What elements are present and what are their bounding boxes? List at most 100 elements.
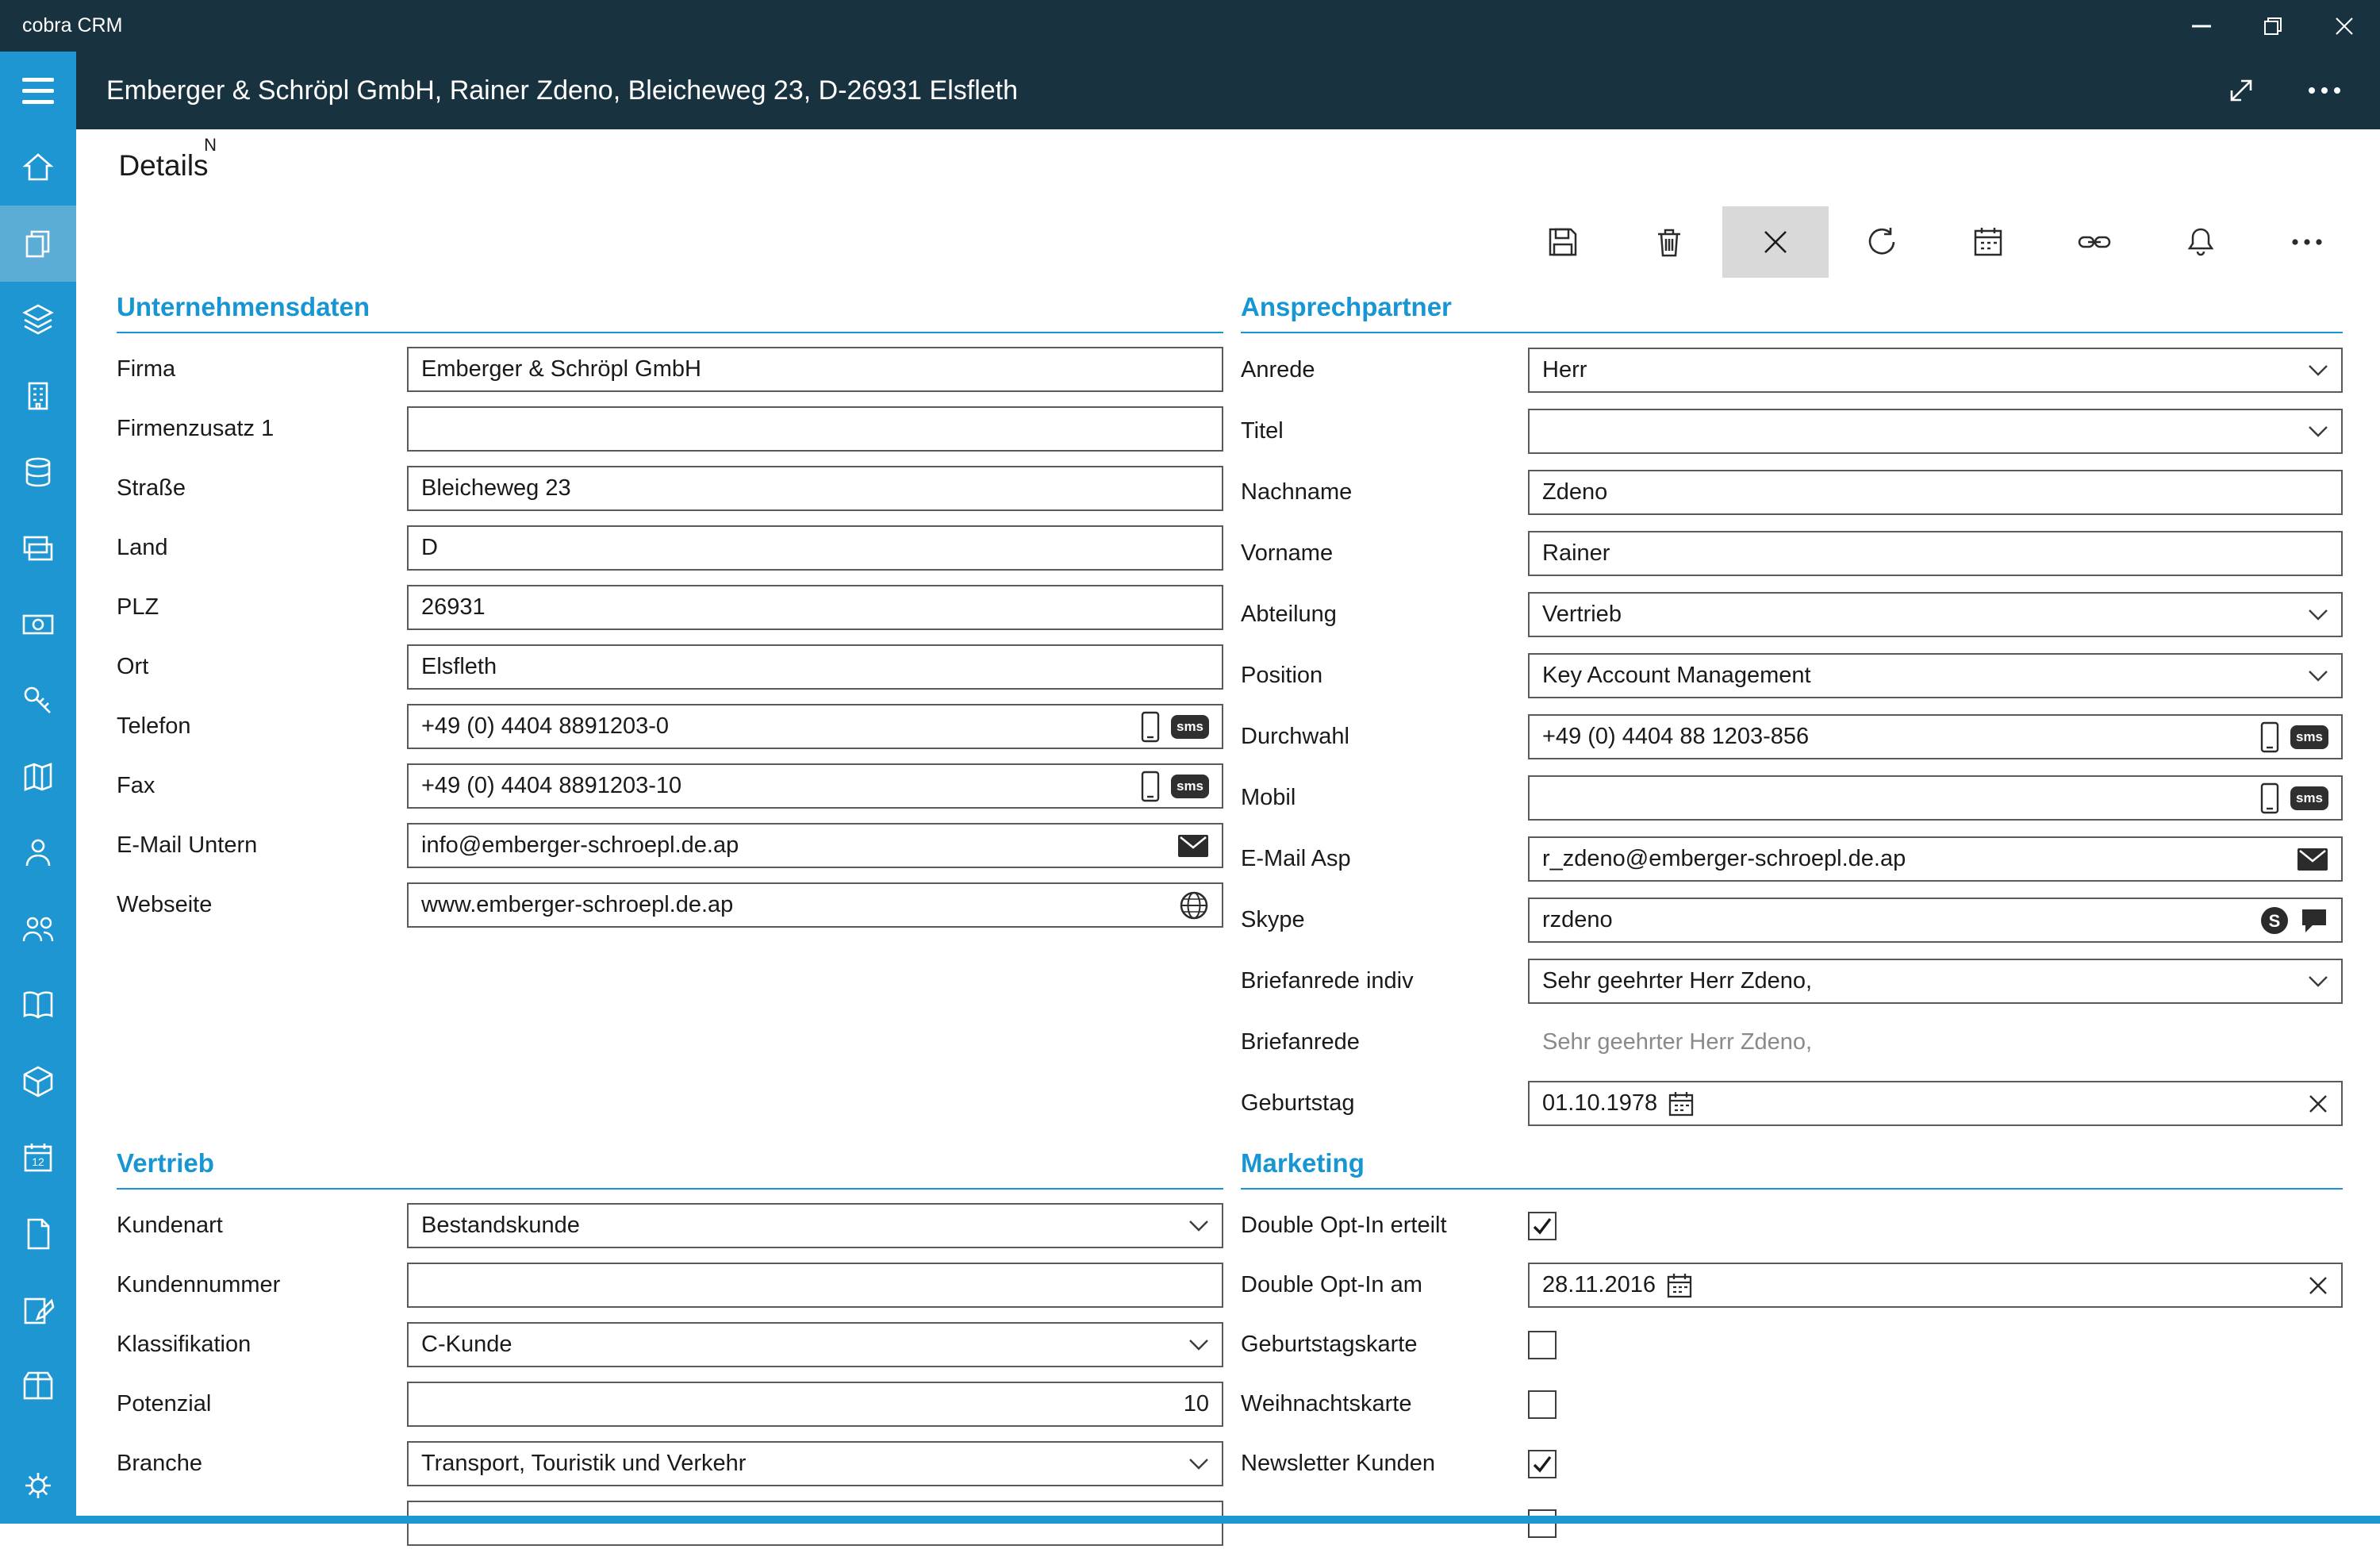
restore-button[interactable] — [2237, 0, 2309, 52]
weihnachtskarte-checkbox[interactable] — [1528, 1390, 1557, 1419]
phone-icon[interactable] — [1141, 771, 1160, 802]
phone-icon[interactable] — [2260, 721, 2279, 753]
sidebar-item-settings[interactable] — [0, 1447, 76, 1524]
branche-dropdown[interactable]: Transport, Touristik und Verkehr — [407, 1441, 1223, 1486]
geburtstag-date-input[interactable]: 01.10.1978 — [1528, 1081, 2343, 1126]
gear-icon — [20, 1467, 56, 1504]
double-opt-in-erteilt-checkbox[interactable] — [1528, 1211, 1557, 1240]
link-icon — [2077, 225, 2112, 259]
sidebar-item-cards[interactable] — [0, 510, 76, 586]
skype-input[interactable]: rzdeno S — [1528, 898, 2343, 943]
sms-icon[interactable]: sms — [1171, 774, 1209, 798]
form-row: Skype rzdeno S — [1241, 890, 2343, 951]
address-card-icon — [20, 225, 56, 262]
building-icon — [20, 378, 56, 414]
calendar-button[interactable] — [1935, 206, 2041, 278]
strasse-input[interactable]: Bleicheweg 23 — [407, 466, 1223, 511]
telefon-input[interactable]: +49 (0) 4404 8891203-0 sms — [407, 704, 1223, 749]
sidebar-item-finance[interactable] — [0, 586, 76, 663]
refresh-button[interactable] — [1829, 206, 1935, 278]
anrede-dropdown[interactable]: Herr — [1528, 348, 2343, 393]
sidebar-item-documents[interactable] — [0, 1196, 76, 1272]
sms-icon[interactable]: sms — [1171, 714, 1209, 739]
more-options-icon[interactable] — [2307, 86, 2342, 95]
briefanrede-indiv-dropdown[interactable]: Sehr geehrter Herr Zdeno, — [1528, 959, 2343, 1004]
clear-date-icon[interactable] — [2308, 1275, 2328, 1296]
email-ansprechpartner-input[interactable]: r_zdeno@emberger-schroepl.de.ap — [1528, 836, 2343, 882]
file-icon — [20, 1216, 56, 1252]
globe-icon[interactable] — [1179, 890, 1209, 921]
firma-input[interactable]: Emberger & Schröpl GmbH — [407, 347, 1223, 392]
sidebar-item-database[interactable] — [0, 434, 76, 510]
date-picker-icon[interactable] — [1668, 1091, 1694, 1117]
field-label: Briefanrede indiv — [1241, 968, 1414, 994]
sms-icon[interactable]: sms — [2290, 725, 2328, 749]
sidebar-item-hierarchy[interactable] — [0, 282, 76, 358]
vorname-input[interactable]: Rainer — [1528, 531, 2343, 576]
book-icon — [20, 987, 56, 1024]
minimize-icon — [2192, 25, 2211, 28]
sidebar-item-projects[interactable] — [0, 1044, 76, 1120]
save-button[interactable] — [1510, 206, 1616, 278]
mobil-input[interactable]: sms — [1528, 775, 2343, 821]
chat-icon[interactable] — [2300, 907, 2328, 934]
pen-icon — [20, 1292, 56, 1328]
double-opt-in-am-date-input[interactable]: 28.11.2016 — [1528, 1263, 2343, 1308]
newsletter-kunden-checkbox[interactable] — [1528, 1449, 1557, 1478]
sidebar-item-campaigns[interactable] — [0, 739, 76, 815]
firmenzusatz-input[interactable] — [407, 406, 1223, 452]
sidebar-item-addresses[interactable] — [0, 206, 76, 282]
sidebar-item-calendar[interactable]: 12 — [0, 1120, 76, 1196]
sms-icon[interactable]: sms — [2290, 786, 2328, 810]
klassifikation-dropdown[interactable]: C-Kunde — [407, 1322, 1223, 1367]
webseite-input[interactable]: www.emberger-schroepl.de.ap — [407, 882, 1223, 928]
sidebar-item-contact-person[interactable] — [0, 815, 76, 891]
sidebar-item-notes[interactable] — [0, 1272, 76, 1348]
skype-icon[interactable]: S — [2260, 906, 2289, 935]
geburtstagskarte-checkbox[interactable] — [1528, 1330, 1557, 1359]
ort-input[interactable]: Elsfleth — [407, 644, 1223, 690]
close-window-button[interactable] — [2309, 0, 2380, 52]
sidebar-item-reports[interactable] — [0, 967, 76, 1044]
kundennummer-input[interactable] — [407, 1263, 1223, 1308]
checkmark-icon — [1531, 1453, 1553, 1475]
field-label: Straße — [117, 475, 186, 501]
land-input[interactable]: D — [407, 525, 1223, 571]
expand-icon[interactable] — [2225, 74, 2258, 107]
section-title: Unternehmensdaten — [117, 292, 1223, 333]
position-dropdown[interactable]: Key Account Management — [1528, 653, 2343, 698]
abteilung-dropdown[interactable]: Vertrieb — [1528, 592, 2343, 637]
form-row: Firma Emberger & Schröpl GmbH — [117, 340, 1223, 399]
clear-date-icon[interactable] — [2308, 1094, 2328, 1114]
close-record-button[interactable] — [1722, 206, 1829, 278]
plz-input[interactable]: 26931 — [407, 585, 1223, 630]
potenzial-input[interactable]: 10 — [407, 1382, 1223, 1427]
titel-dropdown[interactable] — [1528, 409, 2343, 454]
mail-icon[interactable] — [2297, 848, 2328, 871]
link-button[interactable] — [2041, 206, 2148, 278]
tab-details[interactable]: Details N — [91, 133, 236, 198]
field-label: E-Mail Untern — [117, 832, 258, 858]
sidebar-item-persons[interactable] — [0, 891, 76, 967]
mail-icon[interactable] — [1177, 834, 1209, 858]
form-row: Position Key Account Management — [1241, 645, 2343, 706]
phone-icon[interactable] — [2260, 782, 2279, 814]
sidebar-item-keywords[interactable] — [0, 663, 76, 739]
minimize-button[interactable] — [2166, 0, 2237, 52]
durchwahl-input[interactable]: +49 (0) 4404 88 1203-856 sms — [1528, 714, 2343, 759]
fax-input[interactable]: +49 (0) 4404 8891203-10 sms — [407, 763, 1223, 809]
calendar-day-icon: 12 — [20, 1140, 56, 1176]
more-toolbar-button[interactable] — [2254, 206, 2360, 278]
date-picker-icon[interactable] — [1667, 1273, 1692, 1298]
delete-button[interactable] — [1616, 206, 1722, 278]
hamburger-menu-button[interactable] — [0, 52, 76, 129]
email-unternehmen-input[interactable]: info@emberger-schroepl.de.ap — [407, 823, 1223, 868]
phone-icon[interactable] — [1141, 711, 1160, 743]
sidebar-item-inventory[interactable] — [0, 1348, 76, 1424]
sidebar-item-home[interactable] — [0, 129, 76, 206]
kundenart-dropdown[interactable]: Bestandskunde — [407, 1203, 1223, 1248]
nachname-input[interactable]: Zdeno — [1528, 470, 2343, 515]
chevron-down-icon — [2308, 425, 2328, 438]
notifications-button[interactable] — [2148, 206, 2254, 278]
sidebar-item-companies[interactable] — [0, 358, 76, 434]
